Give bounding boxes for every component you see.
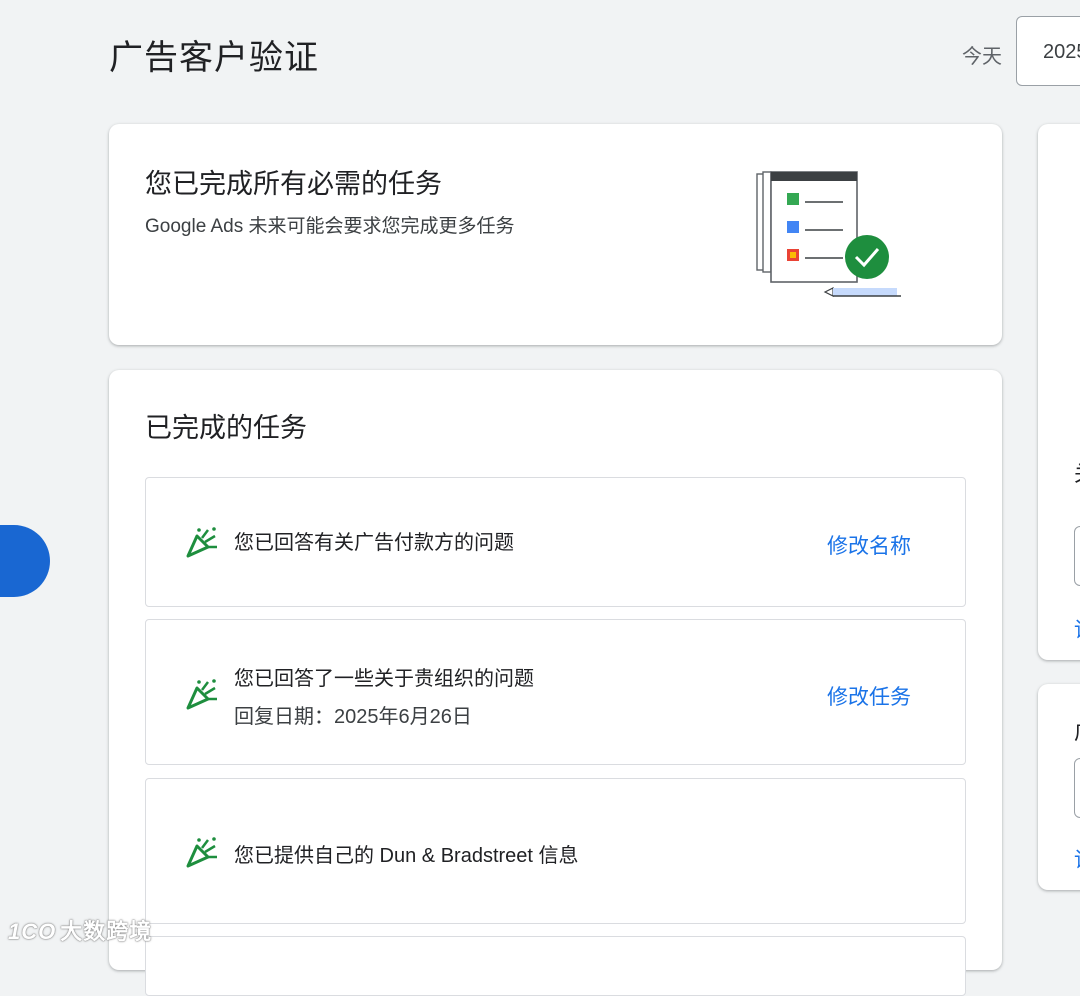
summary-subtitle: Google Ads 未来可能会要求您完成更多任务 bbox=[145, 216, 515, 237]
completed-tasks-card: 已完成的任务 您已回答有关广告付款方的问题 修改名称 您已回答了一些关于贵组织的… bbox=[109, 370, 1002, 996]
right-info-card-2: 广 详 bbox=[1038, 684, 1080, 890]
right-card-heading: 关 bbox=[1074, 458, 1080, 488]
checklist-complete-illustration bbox=[749, 164, 929, 309]
task-item: 您已回答了一些关于贵组织的问题 回复日期：2025年6月26日 修改任务 bbox=[145, 619, 966, 765]
date-label: 今天 bbox=[962, 46, 1002, 68]
date-selector[interactable]: 2025 bbox=[1016, 16, 1080, 86]
task-text: 您已回答了一些关于贵组织的问题 bbox=[234, 668, 534, 690]
task-text: 您已回答有关广告付款方的问题 bbox=[234, 532, 514, 554]
watermark-text: 大数跨境 bbox=[60, 919, 153, 944]
task-text: 您已提供自己的 Dun & Bradstreet 信息 bbox=[234, 845, 579, 867]
summary-card: 您已完成所有必需的任务 Google Ads 未来可能会要求您完成更多任务 bbox=[109, 124, 1002, 345]
summary-title: 您已完成所有必需的任务 bbox=[145, 169, 442, 199]
right-card-heading: 广 bbox=[1074, 716, 1080, 746]
right-card-link[interactable]: 详 bbox=[1074, 614, 1080, 644]
right-card-field[interactable] bbox=[1074, 526, 1080, 586]
completed-tasks-title: 已完成的任务 bbox=[145, 413, 307, 443]
right-card-field[interactable] bbox=[1074, 758, 1080, 818]
right-info-card: 关 详 bbox=[1038, 124, 1080, 660]
party-popper-icon bbox=[184, 524, 220, 565]
party-popper-icon bbox=[184, 676, 220, 717]
task-item: 您已回答有关广告付款方的问题 修改名称 bbox=[145, 477, 966, 607]
page-title: 广告客户验证 bbox=[109, 39, 319, 77]
task-reply-date: 回复日期：2025年6月26日 bbox=[234, 706, 472, 728]
right-card-link[interactable]: 详 bbox=[1074, 844, 1080, 874]
party-popper-icon bbox=[184, 834, 220, 875]
side-nav-handle[interactable] bbox=[0, 525, 50, 597]
watermark: 1CO 大数跨境 bbox=[8, 914, 152, 946]
task-item bbox=[145, 936, 966, 996]
watermark-logo: 1CO bbox=[8, 919, 57, 944]
task-item: 您已提供自己的 Dun & Bradstreet 信息 bbox=[145, 778, 966, 924]
rename-link[interactable]: 修改名称 bbox=[827, 530, 911, 560]
edit-task-link[interactable]: 修改任务 bbox=[827, 681, 911, 711]
